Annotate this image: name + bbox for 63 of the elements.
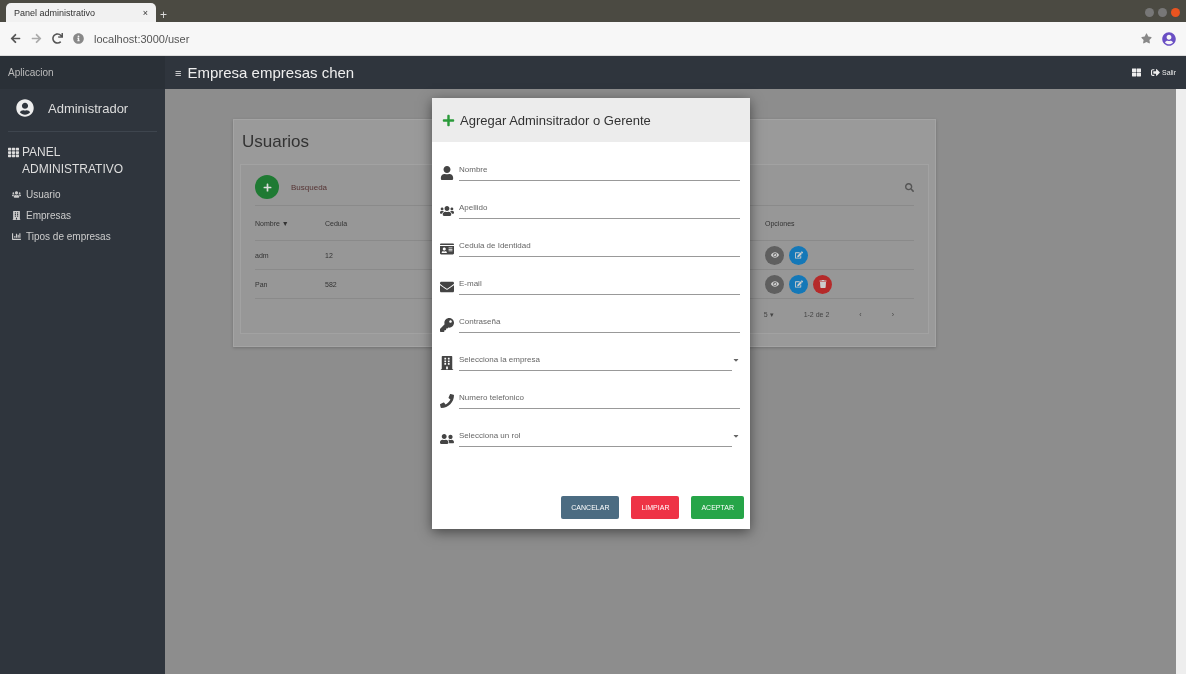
key-icon [440,318,454,332]
view-button[interactable] [765,245,784,265]
grid-icon [8,147,19,158]
building-icon [12,211,21,220]
search-field[interactable]: Busqueda [289,181,895,193]
card-title: Usuarios [242,132,310,152]
edit-icon [794,280,803,288]
eye-icon [770,280,779,288]
view-button[interactable] [765,274,784,294]
grid-icon[interactable] [1132,68,1141,77]
caret-icon[interactable] [732,356,740,364]
profile-icon[interactable] [1162,31,1176,46]
input-field[interactable]: Nombre [459,159,740,181]
sidebar-item[interactable]: Usuario [0,184,165,205]
id-card-icon [440,242,454,256]
edit-icon [794,251,803,259]
logout-icon [1151,68,1160,77]
sidebar-item[interactable]: Empresas [0,205,165,226]
reload-icon[interactable] [52,33,63,44]
section-title: PANEL ADMINISTRATIVO [22,144,122,178]
delete-button[interactable] [813,274,832,294]
new-tab-button[interactable]: + [160,8,167,22]
plus-icon [262,182,272,192]
caret-icon[interactable] [732,432,740,440]
input-field[interactable]: Numero telefonico [459,387,740,409]
input-field[interactable]: Contraseña [459,311,740,333]
add-button[interactable] [255,175,279,199]
maximize-icon[interactable] [1158,8,1167,17]
brand-label: Aplicacion [0,56,165,89]
user-icon [440,166,454,180]
select-field[interactable]: Selecciona un rol [459,425,732,447]
phone-icon [440,394,454,408]
browser-tab[interactable]: Panel administrativo × [6,3,156,22]
sidebar-item[interactable]: Tipos de empresas [0,226,165,247]
user-name: Administrador [48,100,129,116]
avatar-icon [16,99,34,117]
minimize-icon[interactable] [1145,8,1154,17]
input-field[interactable]: E-mail [459,273,740,295]
trash-icon [818,280,827,288]
building-icon [440,356,454,370]
search-icon[interactable] [905,182,914,192]
eye-icon [770,251,779,259]
edit-button[interactable] [789,245,808,265]
bar-chart-icon [12,232,21,241]
bookmark-icon[interactable] [1141,33,1152,44]
menu-icon[interactable]: ≡ [175,66,182,79]
info-icon [73,33,84,44]
edit-button[interactable] [789,274,808,294]
plus-icon [442,113,455,127]
back-icon[interactable] [10,33,21,44]
input-field[interactable]: Cedula de Identidad [459,235,740,257]
select-field[interactable]: Selecciona la empresa [459,349,732,371]
close-icon[interactable] [1171,8,1180,17]
mail-icon [440,280,454,294]
users-icon [12,190,21,199]
dialog-title: Agregar Adminsitrador o Gerente [460,112,651,128]
page-title: Empresa empresas chen [187,64,355,81]
close-tab-icon[interactable]: × [142,7,148,18]
forward-icon[interactable] [31,33,42,44]
users-icon [440,204,454,218]
address-field[interactable]: localhost:3000/user [94,32,190,45]
input-field[interactable]: Apellido [459,197,740,219]
group-icon [440,432,454,446]
